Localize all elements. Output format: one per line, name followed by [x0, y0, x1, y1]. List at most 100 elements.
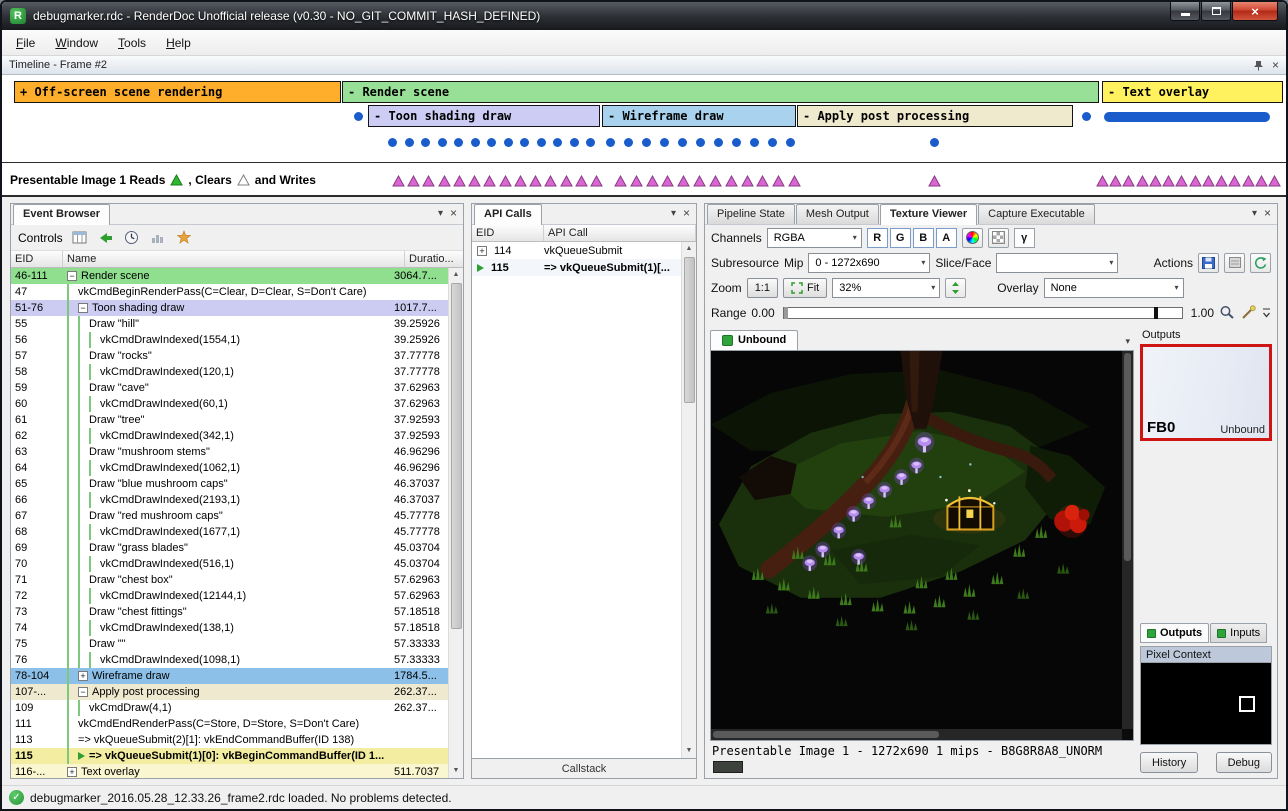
- draw-marker-dot[interactable]: [642, 138, 651, 147]
- event-row[interactable]: 109vkCmdDraw(4,1)262.37...: [11, 700, 448, 716]
- write-marker-triangle[interactable]: [560, 175, 573, 187]
- event-row[interactable]: 111vkCmdEndRenderPass(C=Store, D=Store, …: [11, 716, 448, 732]
- write-marker-triangle[interactable]: [468, 175, 481, 187]
- debug-button[interactable]: Debug: [1216, 752, 1272, 773]
- zoom-level-select[interactable]: 32%▾: [832, 278, 940, 298]
- column-api-call[interactable]: API Call: [544, 225, 696, 241]
- tab-texture-viewer[interactable]: Texture Viewer: [880, 204, 977, 225]
- event-row[interactable]: 69Draw "grass blades"45.03704: [11, 540, 448, 556]
- column-duration[interactable]: Duratio...: [405, 251, 463, 267]
- write-marker-triangle[interactable]: [614, 175, 627, 187]
- timeline-close-icon[interactable]: ×: [1272, 58, 1279, 72]
- event-row[interactable]: 70vkCmdDrawIndexed(516,1)45.03704: [11, 556, 448, 572]
- menu-item-tools[interactable]: Tools: [108, 31, 156, 55]
- zoom-1to1-button[interactable]: 1:1: [747, 278, 778, 298]
- panel-close-icon[interactable]: ×: [1264, 206, 1271, 220]
- tab-event-browser[interactable]: Event Browser: [13, 204, 110, 225]
- range-handle-max[interactable]: [1154, 307, 1158, 319]
- draw-marker-dot[interactable]: [438, 138, 447, 147]
- draw-marker-dot[interactable]: [660, 138, 669, 147]
- write-marker-triangle[interactable]: [1149, 175, 1162, 187]
- texture-vscrollbar[interactable]: [1122, 351, 1133, 729]
- channel-b-button[interactable]: B: [913, 228, 934, 248]
- event-row[interactable]: 63Draw "mushroom stems"46.96296: [11, 444, 448, 460]
- write-marker-triangle[interactable]: [1109, 175, 1122, 187]
- fb0-thumbnail[interactable]: FB0 Unbound: [1140, 344, 1272, 441]
- scroll-up-icon[interactable]: ▲: [682, 242, 696, 256]
- draw-marker-dot[interactable]: [678, 138, 687, 147]
- range-handle-min[interactable]: [784, 307, 788, 319]
- write-marker-triangle[interactable]: [677, 175, 690, 187]
- column-eid[interactable]: EID: [472, 225, 544, 241]
- pixel-context-view[interactable]: [1140, 663, 1272, 745]
- expander-icon[interactable]: +: [477, 246, 487, 256]
- pin-icon[interactable]: [1253, 60, 1264, 71]
- event-row[interactable]: 68vkCmdDrawIndexed(1677,1)45.77778: [11, 524, 448, 540]
- column-name[interactable]: Name: [63, 251, 405, 267]
- event-row[interactable]: 59Draw "cave"37.62963: [11, 380, 448, 396]
- range-slider[interactable]: [783, 307, 1183, 319]
- write-marker-triangle[interactable]: [590, 175, 603, 187]
- event-row[interactable]: 65Draw "blue mushroom caps"46.37037: [11, 476, 448, 492]
- write-marker-triangle[interactable]: [630, 175, 643, 187]
- scrollbar-thumb[interactable]: [713, 731, 939, 738]
- timeline-block[interactable]: - Render scene: [342, 81, 1099, 103]
- event-row[interactable]: 60vkCmdDrawIndexed(60,1)37.62963: [11, 396, 448, 412]
- draw-marker-dot[interactable]: [714, 138, 723, 147]
- write-marker-triangle[interactable]: [788, 175, 801, 187]
- write-marker-triangle[interactable]: [422, 175, 435, 187]
- write-marker-triangle[interactable]: [646, 175, 659, 187]
- draw-marker-dot[interactable]: [454, 138, 463, 147]
- event-row[interactable]: 67Draw "red mushroom caps"45.77778: [11, 508, 448, 524]
- write-marker-triangle[interactable]: [407, 175, 420, 187]
- scroll-down-icon[interactable]: ▼: [682, 744, 696, 758]
- expander-icon[interactable]: −: [78, 687, 88, 697]
- maximize-button[interactable]: [1201, 2, 1231, 21]
- mip-select[interactable]: 0 - 1272x690▾: [808, 253, 930, 273]
- tab-unbound-texture[interactable]: Unbound: [710, 330, 798, 350]
- scrollbar-track[interactable]: [449, 282, 463, 764]
- flip-y-button[interactable]: [945, 278, 966, 298]
- timeline-block[interactable]: - Text overlay: [1102, 81, 1283, 103]
- draw-marker-dot[interactable]: [696, 138, 705, 147]
- write-marker-triangle[interactable]: [1189, 175, 1202, 187]
- draw-marker-dot[interactable]: [624, 138, 633, 147]
- event-row[interactable]: 75Draw ""57.33333: [11, 636, 448, 652]
- tab-mesh-output[interactable]: Mesh Output: [796, 204, 879, 224]
- time-durations-button[interactable]: [123, 229, 141, 247]
- event-row[interactable]: 62vkCmdDrawIndexed(342,1)37.92593: [11, 428, 448, 444]
- event-row[interactable]: 113=> vkQueueSubmit(2)[1]: vkEndCommandB…: [11, 732, 448, 748]
- timeline-block[interactable]: - Wireframe draw: [602, 105, 796, 127]
- menu-item-help[interactable]: Help: [156, 31, 201, 55]
- custom-display-button[interactable]: [962, 228, 983, 248]
- event-row[interactable]: 61Draw "tree"37.92593: [11, 412, 448, 428]
- jump-to-event-button[interactable]: [97, 229, 115, 247]
- expander-icon[interactable]: −: [67, 271, 77, 281]
- tab-outputs[interactable]: Outputs: [1140, 623, 1209, 643]
- close-button[interactable]: ×: [1232, 2, 1278, 21]
- timeline-block[interactable]: + Off-screen scene rendering: [14, 81, 341, 103]
- bookmark-button[interactable]: [175, 229, 193, 247]
- statistics-button[interactable]: [149, 229, 167, 247]
- draw-marker-dot[interactable]: [750, 138, 759, 147]
- save-texture-button[interactable]: [1198, 253, 1219, 273]
- history-button[interactable]: History: [1140, 752, 1198, 773]
- find-event-button[interactable]: [71, 229, 89, 247]
- write-marker-triangle[interactable]: [1255, 175, 1268, 187]
- write-marker-triangle[interactable]: [661, 175, 674, 187]
- event-row[interactable]: 64vkCmdDrawIndexed(1062,1)46.96296: [11, 460, 448, 476]
- api-scrollbar[interactable]: ▲ ▼: [681, 242, 696, 758]
- callstack-section[interactable]: Callstack: [472, 758, 696, 778]
- write-marker-triangle[interactable]: [1228, 175, 1241, 187]
- texture-scene[interactable]: [711, 351, 1122, 729]
- draw-marker-dot[interactable]: [354, 112, 363, 121]
- panel-menu-icon[interactable]: ▾: [438, 208, 443, 219]
- panel-menu-icon[interactable]: ▾: [1252, 208, 1257, 219]
- write-marker-triangle[interactable]: [756, 175, 769, 187]
- menu-item-file[interactable]: File: [6, 31, 45, 55]
- scrollbar-track[interactable]: [682, 256, 696, 744]
- title-bar[interactable]: R debugmarker.rdc - RenderDoc Unofficial…: [2, 2, 1286, 30]
- draw-marker-dot[interactable]: [786, 138, 795, 147]
- scrollbar-thumb[interactable]: [451, 283, 462, 629]
- write-marker-triangle[interactable]: [1136, 175, 1149, 187]
